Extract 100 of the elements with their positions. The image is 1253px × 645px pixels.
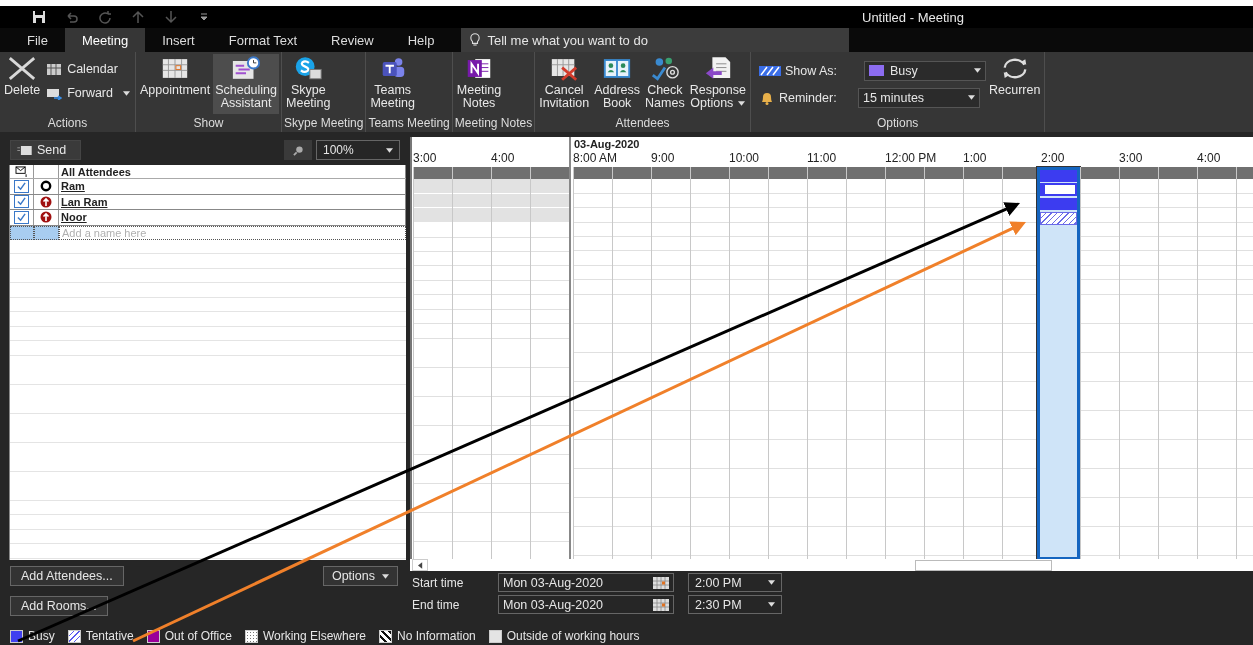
horizontal-scrollbar[interactable] [410,559,1253,571]
checkbox[interactable] [14,179,29,193]
hour-label: 8:00 AM [573,151,618,165]
legend-label: Outside of working hours [506,629,640,643]
column-header: All Attendees [61,165,131,178]
attendee-name[interactable]: Lan Ram [61,195,108,208]
swatch-icon [868,65,884,76]
caret-icon [973,68,981,73]
group-label: Attendees [614,116,671,132]
ribbon-button[interactable]: Delete [2,54,43,114]
hour-label: 4:00 [491,151,515,165]
ribbon-button[interactable]: Check Names [643,54,687,114]
field-label: Show As: [784,63,839,78]
ribbon-tab[interactable]: Help [390,28,452,52]
ribbon-tab[interactable]: Meeting [64,28,146,52]
time-dropdown[interactable]: 2:00 PM [688,573,782,592]
down-arrow-icon[interactable] [164,10,178,24]
calendar-icon [46,62,63,76]
hour-label: 4:00 [1197,151,1221,165]
ribbon-button[interactable]: Cancel Invitation [537,54,592,114]
envelope-icon [17,145,32,155]
ribbon-tab[interactable]: Insert [145,28,212,52]
hour-label: 1:00 [963,151,987,165]
legend-label: Tentative [85,629,134,643]
hour-label: 3:00 [413,151,437,165]
ribbon-tab[interactable]: File [10,28,65,52]
date-label: 03-Aug-2020 [574,138,640,150]
striped-bar-icon [758,64,781,77]
checkbox[interactable] [14,210,29,224]
zoom-button[interactable] [284,140,312,160]
add-rooms-button[interactable]: Add Rooms... [10,596,108,616]
send-button[interactable]: Send [10,140,82,160]
hour-label: 3:00 [1119,151,1143,165]
caret-icon [386,147,393,153]
magnifier-icon [292,144,304,156]
group-label: Meeting Notes [454,116,533,132]
ribbon-button[interactable]: Skype Meeting [284,54,333,114]
group-label: Teams Meeting [368,116,450,132]
off-hours-column[interactable] [530,167,569,560]
calendar-x-icon [549,56,580,81]
field-label: Reminder: [778,90,838,105]
scroll-left-button[interactable] [412,559,428,571]
time-dropdown[interactable]: 2:30 PM [688,595,782,614]
ribbon-button[interactable]: Forward [43,84,133,102]
caret-icon [768,602,775,607]
group-label: Options [876,116,920,132]
address-book-icon [602,56,633,81]
ribbon-button[interactable]: Teams Meeting [368,54,417,114]
attendee-name[interactable]: Ram [61,180,85,193]
hour-label: 9:00 [651,151,675,165]
date-field[interactable]: Mon 03-Aug-2020 [498,573,674,592]
ribbon-button[interactable]: Address Book [592,54,643,114]
tell-me-search-field[interactable]: Tell me what you want to do [461,28,850,52]
ribbon-button[interactable]: Recurren [986,54,1043,114]
undo-icon[interactable] [65,10,79,24]
dropdown-field[interactable]: Busy [863,60,986,81]
legend-label: Working Elsewhere [262,629,367,643]
add-attendees-button[interactable]: Add Attendees... [10,566,124,586]
hour-label: 11:00 [807,151,837,165]
group-label: Show [192,116,225,132]
legend-label: No Information [397,629,476,643]
calendar-icon [653,576,669,589]
scrollbar-thumb[interactable] [915,560,1052,571]
ribbon-tab[interactable]: Review [314,28,391,52]
ribbon-button[interactable]: Meeting Notes [454,54,504,114]
redo-icon[interactable] [98,10,112,24]
zoom-dropdown[interactable]: 100% [316,140,400,160]
ribbon-button[interactable]: Response Options [687,54,748,114]
dropdown-field[interactable]: 15 minutes [857,87,980,108]
options-button[interactable]: Options [322,566,398,586]
checkbox[interactable] [14,195,29,209]
hour-label: 2:00 [1041,151,1065,165]
left-triangle-icon [417,561,423,569]
ribbon-button[interactable]: Appointment [138,54,213,114]
people-check-icon [649,56,680,81]
x-icon [7,56,38,81]
ribbon-tab[interactable]: Format Text [211,28,315,52]
off-hours-column[interactable] [413,167,452,560]
ribbon-button[interactable]: Scheduling Assistant [213,54,280,114]
time-label: Start time [411,575,465,590]
hour-label: 12:00 PM [885,151,937,165]
ribbon-button[interactable]: Calendar [43,60,133,78]
attendee-name[interactable]: Noor [61,211,87,224]
caret-icon [768,580,775,585]
date-field[interactable]: Mon 03-Aug-2020 [498,595,674,614]
up-arrow-icon[interactable] [131,10,145,24]
time-label: End time [411,597,461,612]
lightbulb-icon [470,33,481,47]
calendar-icon [653,598,669,611]
group-label: Skype Meeting [284,116,364,132]
hour-label: 10:00 [729,151,760,165]
window-title: Untitled - Meeting [862,9,964,25]
s-bubble-calendar-icon [293,56,324,81]
selected-time-column[interactable] [1037,167,1080,560]
off-hours-column[interactable] [452,167,491,560]
caret-icon [382,573,389,579]
caret-icon [967,95,975,100]
group-label: Actions [46,116,89,132]
off-hours-column[interactable] [491,167,530,560]
schedule-clock-icon [231,56,262,81]
